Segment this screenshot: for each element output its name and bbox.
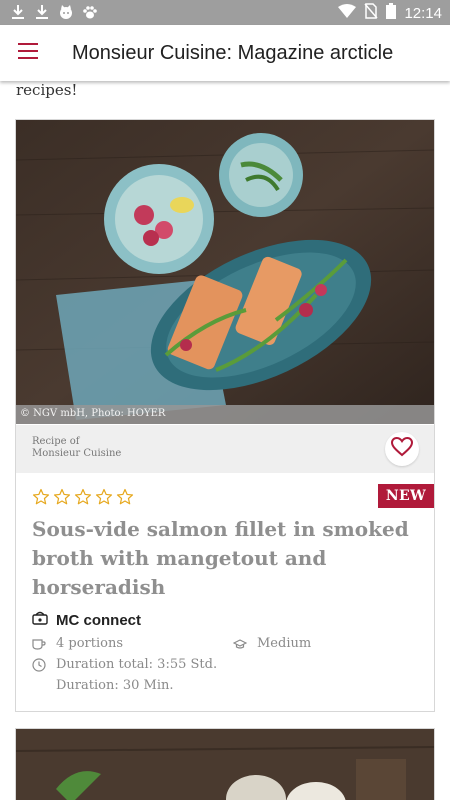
download-icon bbox=[34, 3, 50, 21]
app-bar: Monsieur Cuisine: Magazine arcticle bbox=[0, 25, 450, 81]
recipe-source-name: Monsieur Cuisine bbox=[32, 448, 122, 459]
recipe-source-prefix: Recipe of bbox=[32, 436, 80, 447]
wifi-icon bbox=[338, 4, 357, 22]
portions-text: 4 portions bbox=[56, 636, 124, 651]
star-icon bbox=[74, 488, 92, 511]
article-content[interactable]: recipes! © NGV mbH, Photo: HOYER Recipe … bbox=[0, 81, 450, 800]
status-time: 12:14 bbox=[404, 4, 442, 22]
recipe-card[interactable]: © NGV mbH, Photo: HOYER Recipe of Monsie… bbox=[15, 119, 435, 712]
portions: 4 portions bbox=[32, 636, 123, 651]
recipe-card-next[interactable] bbox=[15, 728, 435, 800]
duration-total: Duration total: 3:55 Std. bbox=[32, 657, 217, 672]
duration-total-text: Duration total: 3:55 Std. bbox=[56, 657, 218, 672]
recipe-title[interactable]: Sous-vide salmon fillet in smoked broth … bbox=[32, 515, 422, 602]
duration: Duration: 30 Min. bbox=[56, 678, 174, 693]
photo-credit-bar: © NGV mbH, Photo: HOYER bbox=[16, 405, 434, 424]
star-icon bbox=[95, 488, 113, 511]
mc-connect: MC connect bbox=[32, 611, 141, 630]
new-badge: NEW bbox=[377, 484, 434, 508]
rating-stars bbox=[32, 488, 134, 511]
heart-outline-icon bbox=[390, 436, 414, 462]
battery-icon bbox=[386, 3, 397, 23]
recipe-source: Recipe of Monsieur Cuisine bbox=[32, 436, 232, 460]
clock-icon bbox=[32, 657, 46, 672]
star-icon bbox=[32, 488, 50, 511]
recipe-photo-next bbox=[16, 729, 434, 800]
status-bar: 12:14 bbox=[0, 0, 450, 25]
page-title: Monsieur Cuisine: Magazine arcticle bbox=[72, 42, 394, 64]
recipe-photo[interactable]: © NGV mbH, Photo: HOYER bbox=[16, 120, 434, 424]
hamburger-menu-icon[interactable] bbox=[18, 43, 38, 59]
duration-text: Duration: 30 Min. bbox=[56, 678, 174, 693]
paw-icon bbox=[82, 3, 98, 21]
article-text: recipes! bbox=[16, 81, 78, 99]
difficulty-text: Medium bbox=[257, 636, 312, 651]
photo-credit: © NGV mbH, Photo: HOYER bbox=[20, 408, 166, 419]
download-icon bbox=[10, 3, 26, 21]
cat-icon bbox=[58, 3, 74, 21]
cup-icon bbox=[32, 637, 46, 651]
star-icon bbox=[53, 488, 71, 511]
mc-connect-icon bbox=[32, 611, 48, 630]
star-icon bbox=[116, 488, 134, 511]
no-sim-icon bbox=[364, 3, 379, 23]
favorite-button[interactable] bbox=[385, 432, 419, 466]
difficulty: Medium bbox=[233, 636, 311, 651]
mc-connect-label: MC connect bbox=[56, 612, 142, 629]
recipe-source-bar: Recipe of Monsieur Cuisine bbox=[16, 425, 434, 473]
chef-hat-icon bbox=[233, 637, 247, 651]
